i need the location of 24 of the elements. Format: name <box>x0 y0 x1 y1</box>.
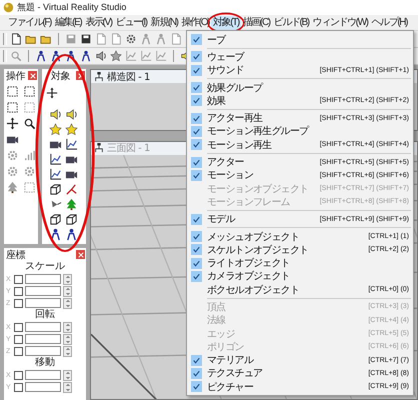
section-heading: 移動 <box>34 357 56 369</box>
window-title: 無題 - Virtual Reality Studio <box>17 1 126 14</box>
menu-item[interactable]: ーブ <box>187 33 413 46</box>
menu-item[interactable]: 編集(E) <box>52 16 84 30</box>
menu-item[interactable]: 効果グループ <box>187 80 413 94</box>
menu-item[interactable]: ビルド(B) <box>272 16 311 30</box>
panel-title: 操作 <box>6 70 25 82</box>
menu-item[interactable]: ウィンドウ(W) <box>310 16 370 30</box>
section-heading: スケール <box>24 261 66 273</box>
menu-item[interactable]: ファイル(F) <box>6 16 53 30</box>
menu-item[interactable]: ライトオブジェクト <box>187 256 413 270</box>
menu-item[interactable]: 対象(T) <box>211 16 241 30</box>
panel-title: 対象 <box>51 70 70 82</box>
viewport-title: 構造図 - 1 <box>107 70 150 84</box>
section-heading: 回転 <box>34 309 56 321</box>
menu-item[interactable]: 新規(N) <box>148 16 180 30</box>
menu-item[interactable]: ウェーブ <box>187 50 413 64</box>
panel-title: 座標 <box>6 248 25 262</box>
menu-item[interactable]: カメラオブジェクト <box>187 270 413 284</box>
viewport-title: 三面図 - 1 <box>107 142 150 155</box>
menu-item[interactable]: ビュー(I) <box>114 16 149 30</box>
menu-item[interactable]: 表示(V) <box>83 16 114 30</box>
menu-item[interactable]: ヘルプ(H) <box>370 16 410 30</box>
menu-item[interactable]: モーション再生グループ <box>187 124 413 138</box>
